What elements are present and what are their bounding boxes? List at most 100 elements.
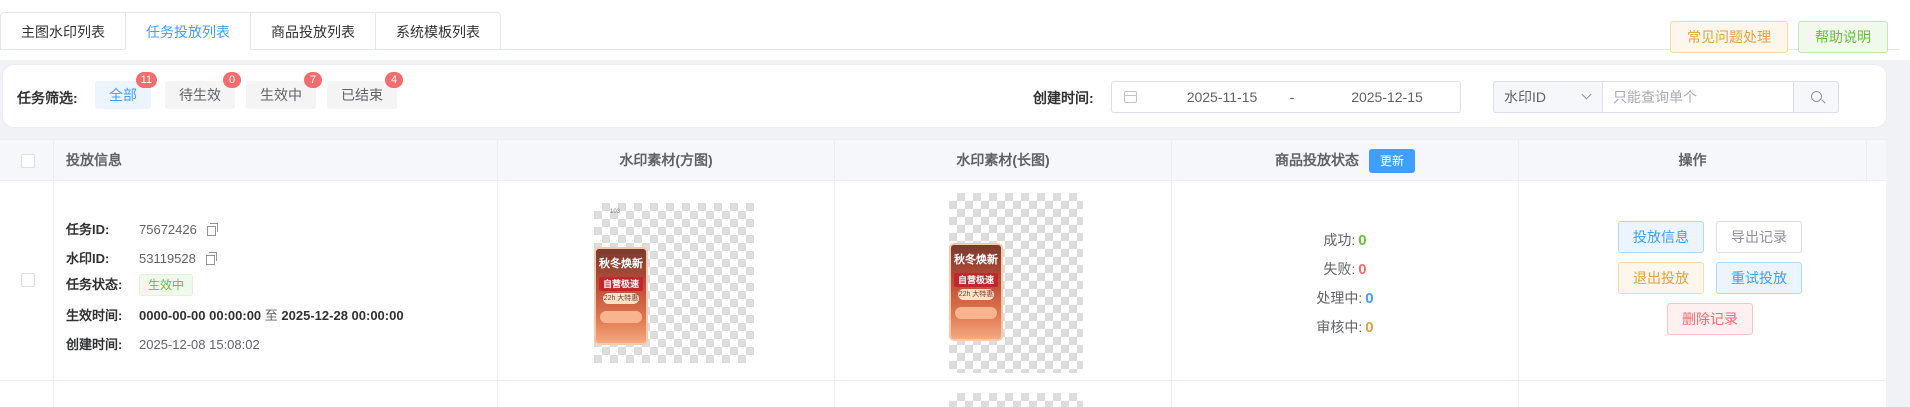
date-range-picker[interactable]: 2025-11-15 - 2025-12-15 xyxy=(1111,81,1461,113)
filter-all-count-badge: 11 xyxy=(135,72,157,88)
stat-processing-value: 0 xyxy=(1365,290,1374,307)
header-square-material: 水印素材(方图) xyxy=(498,140,835,182)
watermark-bar xyxy=(955,307,997,319)
row-select-cell xyxy=(0,181,54,381)
tab-bar: 主图水印列表 任务投放列表 商品投放列表 系统模板列表 xyxy=(0,12,501,50)
filter-ended-button[interactable]: 已结束 4 xyxy=(327,72,403,109)
filter-card: 任务筛选: 全部 11 待生效 0 生效中 7 已结束 4 创建时间: 2025… xyxy=(2,64,1887,128)
search-button[interactable] xyxy=(1793,81,1839,113)
filter-pending-label: 待生效 xyxy=(179,87,221,103)
tab-task-list[interactable]: 任务投放列表 xyxy=(125,12,250,50)
watermark-badge: 秋冬焕新 自营极速达 22h 大特惠 xyxy=(594,247,648,345)
square-image-tiny-text: 103 xyxy=(610,209,621,215)
square-material-cell: 103 秋冬焕新 自营极速达 22h 大特惠 xyxy=(498,181,835,381)
copy-icon[interactable] xyxy=(206,223,218,236)
watermark-title: 秋冬焕新 xyxy=(954,254,998,266)
row-select-cell xyxy=(0,381,54,407)
watermark-promo: 22h 大特惠 xyxy=(603,293,639,304)
retry-placement-button[interactable]: 重试投放 xyxy=(1716,262,1802,294)
stat-success-label: 成功: xyxy=(1323,232,1356,248)
effective-time-line: 生效时间: 0000-00-00 00:00:00 至 2025-12-28 00… xyxy=(66,305,404,324)
header-long-material: 水印素材(长图) xyxy=(835,140,1172,182)
date-end-input[interactable]: 2025-12-15 xyxy=(1327,89,1447,105)
export-records-button[interactable]: 导出记录 xyxy=(1716,221,1802,253)
task-id-label: 任务ID: xyxy=(66,222,110,237)
stat-fail-value: 0 xyxy=(1358,261,1367,278)
tab-product-list[interactable]: 商品投放列表 xyxy=(250,12,375,50)
search-input[interactable] xyxy=(1603,81,1793,113)
task-status-line: 任务状态: 生效中 xyxy=(66,274,194,296)
task-id-value: 75672426 xyxy=(139,222,197,237)
task-status-label: 任务状态: xyxy=(66,277,123,292)
search-type-value: 水印ID xyxy=(1504,89,1546,105)
watermark-id-line: 水印ID: 53119528 xyxy=(66,248,217,267)
created-time-label: 创建时间: xyxy=(1033,90,1094,106)
stat-fail: 失败: 0 xyxy=(1172,259,1518,279)
stat-success-value: 0 xyxy=(1358,232,1367,249)
ops-cell xyxy=(1519,381,1867,407)
watermark-subtitle: 自营极速达 xyxy=(954,273,998,299)
search-type-select[interactable]: 水印ID xyxy=(1493,81,1603,113)
effective-to: 至 xyxy=(264,308,278,323)
tab-main-watermark-list[interactable]: 主图水印列表 xyxy=(0,12,125,50)
filter-pending-count-badge: 0 xyxy=(223,72,241,88)
long-material-cell: 秋冬焕新 自营极速达 22h 大特惠 xyxy=(835,181,1172,381)
watermark-promo: 22h 大特惠 xyxy=(958,289,994,300)
date-range-separator: - xyxy=(1289,89,1295,105)
task-table: 投放信息 水印素材(方图) 水印素材(长图) 商品投放状态 更新 操作 任务ID:… xyxy=(0,139,1886,407)
long-watermark-image[interactable] xyxy=(949,393,1083,407)
info-cell xyxy=(54,381,498,407)
filter-all-label: 全部 xyxy=(109,87,137,103)
row-checkbox[interactable] xyxy=(21,273,35,287)
update-status-button[interactable]: 更新 xyxy=(1368,149,1415,174)
date-start-input[interactable]: 2025-11-15 xyxy=(1162,89,1282,105)
watermark-bar xyxy=(600,311,642,323)
watermark-subtitle: 自营极速达 xyxy=(599,277,643,303)
search-icon xyxy=(1811,91,1822,102)
chevron-down-icon xyxy=(1581,89,1592,100)
filter-label: 任务筛选: xyxy=(17,90,78,106)
effective-time-label: 生效时间: xyxy=(66,308,123,323)
copy-icon[interactable] xyxy=(205,252,217,265)
header-status: 商品投放状态 xyxy=(1274,152,1359,168)
stat-review-label: 审核中: xyxy=(1316,319,1363,335)
top-bar: 主图水印列表 任务投放列表 商品投放列表 系统模板列表 常见问题处理 帮助说明 xyxy=(0,0,1910,60)
stat-review-value: 0 xyxy=(1365,319,1374,336)
select-all-checkbox[interactable] xyxy=(21,154,35,168)
stat-fail-label: 失败: xyxy=(1323,261,1356,277)
square-watermark-image[interactable]: 103 秋冬焕新 自营极速达 22h 大特惠 xyxy=(594,203,754,363)
header-ops: 操作 xyxy=(1519,140,1867,182)
filter-ended-count-badge: 4 xyxy=(385,72,403,88)
task-id-line: 任务ID: 75672426 xyxy=(66,219,218,238)
filter-ended-label: 已结束 xyxy=(341,87,383,103)
square-material-cell xyxy=(498,381,835,407)
effective-start: 0000-00-00 00:00:00 xyxy=(139,308,262,323)
delete-record-button[interactable]: 删除记录 xyxy=(1667,303,1753,335)
effective-end: 2025-12-28 00:00:00 xyxy=(281,308,404,323)
info-cell: 任务ID: 75672426 水印ID: 53119528 任务状态: 生效中 生效时… xyxy=(54,181,498,381)
status-badge: 生效中 xyxy=(139,274,194,296)
filter-pending-button[interactable]: 待生效 0 xyxy=(165,72,241,109)
placement-info-button[interactable]: 投放信息 xyxy=(1618,221,1704,253)
filter-all-button[interactable]: 全部 11 xyxy=(95,72,157,109)
filter-active-count-badge: 7 xyxy=(304,72,322,88)
header-info: 投放信息 xyxy=(54,140,498,182)
ops-cell: 投放信息 导出记录 退出投放 重试投放 删除记录 xyxy=(1519,181,1867,381)
status-cell: 成功: 0 失败: 0 处理中: 0 审核中: 0 xyxy=(1172,181,1519,381)
stat-processing-label: 处理中: xyxy=(1316,290,1363,306)
long-watermark-image[interactable]: 秋冬焕新 自营极速达 22h 大特惠 xyxy=(949,193,1083,373)
tab-system-template-list[interactable]: 系统模板列表 xyxy=(375,12,501,50)
header-select-cell xyxy=(0,140,54,182)
table-row xyxy=(0,381,1886,407)
watermark-id-label: 水印ID: xyxy=(66,251,110,266)
help-button[interactable]: 帮助说明 xyxy=(1798,21,1888,53)
faq-button[interactable]: 常见问题处理 xyxy=(1670,21,1788,53)
created-time-value: 2025-12-08 15:08:02 xyxy=(139,337,260,352)
stat-review: 审核中: 0 xyxy=(1172,317,1518,337)
filter-active-label: 生效中 xyxy=(260,87,302,103)
filter-active-button[interactable]: 生效中 7 xyxy=(246,72,322,109)
long-material-cell xyxy=(835,381,1172,407)
table-header: 投放信息 水印素材(方图) 水印素材(长图) 商品投放状态 更新 操作 xyxy=(0,139,1886,182)
exit-placement-button[interactable]: 退出投放 xyxy=(1618,262,1704,294)
table-row: 任务ID: 75672426 水印ID: 53119528 任务状态: 生效中 生效时… xyxy=(0,181,1886,381)
